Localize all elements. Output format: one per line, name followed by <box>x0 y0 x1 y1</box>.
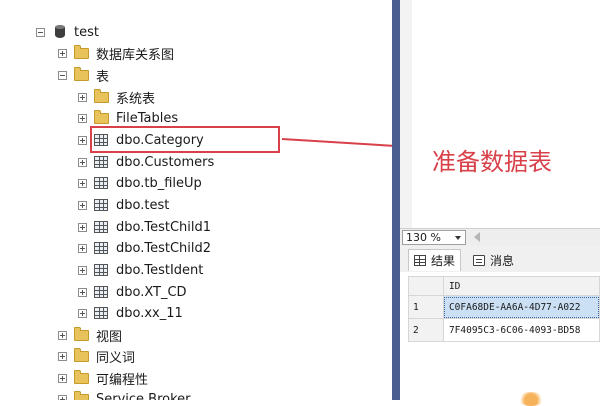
expand-icon[interactable] <box>58 330 67 340</box>
chevron-down-icon[interactable] <box>455 236 461 240</box>
tree-node-label: Service Broker <box>96 391 191 401</box>
tree-node-label: dbo.XT_CD <box>116 284 187 300</box>
table-row: 1 C0FA68DE-AA6A-4D77-A022 <box>408 295 600 319</box>
table-icon <box>94 263 110 277</box>
tree-node-service-broker[interactable]: Service Broker <box>58 389 191 400</box>
expand-icon[interactable] <box>58 351 67 361</box>
annotation-callout: 准备数据表 <box>432 148 552 176</box>
tree-node-label: dbo.tb_fileUp <box>116 175 202 191</box>
editor-gutter <box>400 0 412 228</box>
tree-node-label: 同义词 <box>96 350 136 366</box>
tree-node-table-test[interactable]: dbo.test <box>78 195 169 215</box>
loading-indicator <box>518 392 544 406</box>
tree-node-label: dbo.TestChild2 <box>116 240 212 256</box>
result-tabs: 结果 消息 <box>400 246 600 273</box>
table-icon <box>94 155 110 169</box>
tree-node-system-tables[interactable]: 系统表 <box>78 87 155 107</box>
results-grid: ID 1 C0FA68DE-AA6A-4D77-A022 2 7F4095C3-… <box>400 272 600 400</box>
object-explorer: test 数据库关系图 表 系统表 FileTables dbo.Categor… <box>0 0 392 400</box>
tab-results-label: 结果 <box>431 254 456 268</box>
collapse-icon[interactable] <box>36 27 45 37</box>
tree-node-label: dbo.test <box>116 197 170 213</box>
table-icon <box>94 176 110 190</box>
expand-icon[interactable] <box>58 394 67 400</box>
expand-icon[interactable] <box>78 287 87 297</box>
tree-node-label: dbo.Customers <box>116 154 215 170</box>
tree-node-label: dbo.xx_11 <box>116 305 183 321</box>
tab-results[interactable]: 结果 <box>408 249 462 271</box>
database-label: test <box>74 24 99 40</box>
expand-icon[interactable] <box>78 222 87 232</box>
tree-node-synonyms[interactable]: 同义词 <box>58 346 135 366</box>
expand-icon[interactable] <box>78 265 87 275</box>
row-number[interactable]: 1 <box>408 295 444 319</box>
tree-node-table-xt-cd[interactable]: dbo.XT_CD <box>78 282 187 302</box>
expand-icon[interactable] <box>78 200 87 210</box>
expand-icon[interactable] <box>78 113 87 123</box>
expand-icon[interactable] <box>78 135 87 145</box>
grid-icon <box>414 255 426 266</box>
tree-node-tables[interactable]: 表 <box>58 65 109 85</box>
tree-node-label: 数据库关系图 <box>96 47 175 63</box>
tree-node-diagrams[interactable]: 数据库关系图 <box>58 43 174 63</box>
folder-icon <box>74 370 90 385</box>
tree-node-table-testchild2[interactable]: dbo.TestChild2 <box>78 238 211 258</box>
pane-splitter[interactable] <box>392 0 400 400</box>
table-row: 2 7F4095C3-6C06-4093-BD58 <box>408 318 600 342</box>
tree-node-programmability[interactable]: 可编程性 <box>58 368 148 388</box>
tree-node-label: dbo.TestIdent <box>116 262 204 278</box>
tree-node-label: 视图 <box>96 329 123 345</box>
table-icon <box>94 241 110 255</box>
tab-messages[interactable]: 消息 <box>468 249 519 271</box>
folder-icon <box>74 67 90 82</box>
folder-icon <box>74 348 90 363</box>
zoom-select[interactable]: 130 % <box>402 230 466 245</box>
expand-icon[interactable] <box>78 243 87 253</box>
tree-node-table-testident[interactable]: dbo.TestIdent <box>78 260 203 280</box>
tree-node-label: dbo.TestChild1 <box>116 219 212 235</box>
expand-icon[interactable] <box>78 157 87 167</box>
expand-icon[interactable] <box>78 92 87 102</box>
expand-icon[interactable] <box>58 373 67 383</box>
table-icon <box>94 306 110 320</box>
expand-icon[interactable] <box>78 178 87 188</box>
scroll-left-icon[interactable] <box>474 232 480 242</box>
column-header-id[interactable]: ID <box>442 276 600 296</box>
folder-icon <box>74 327 90 342</box>
tree-node-views[interactable]: 视图 <box>58 325 122 345</box>
table-header-row: ID <box>408 276 600 296</box>
database-icon <box>52 25 68 39</box>
table-cell-id[interactable]: C0FA68DE-AA6A-4D77-A022 <box>442 295 600 319</box>
highlight-box <box>90 126 280 153</box>
folder-icon <box>74 391 90 400</box>
tree-node-label: 表 <box>96 69 110 85</box>
expand-icon[interactable] <box>78 308 87 318</box>
table-icon <box>94 220 110 234</box>
collapse-icon[interactable] <box>58 70 67 80</box>
tree-node-table-fileup[interactable]: dbo.tb_fileUp <box>78 173 202 193</box>
tree-node-label: 系统表 <box>116 91 156 107</box>
folder-icon <box>94 89 110 104</box>
expand-icon[interactable] <box>58 48 67 58</box>
tree-node-database[interactable]: test <box>36 22 99 42</box>
query-editor[interactable] <box>400 0 600 228</box>
table-cell-id[interactable]: 7F4095C3-6C06-4093-BD58 <box>442 318 600 342</box>
tree-node-filetables[interactable]: FileTables <box>78 108 178 128</box>
tree-node-table-customers[interactable]: dbo.Customers <box>78 152 214 172</box>
table-icon <box>94 198 110 212</box>
folder-icon <box>74 45 90 60</box>
tree-node-label: FileTables <box>116 110 179 126</box>
message-icon <box>473 254 485 266</box>
tab-messages-label: 消息 <box>490 253 515 268</box>
results-table: ID 1 C0FA68DE-AA6A-4D77-A022 2 7F4095C3-… <box>408 276 600 342</box>
tree-node-table-testchild1[interactable]: dbo.TestChild1 <box>78 217 211 237</box>
tree-node-table-xx-11[interactable]: dbo.xx_11 <box>78 303 183 323</box>
folder-icon <box>94 110 110 125</box>
zoom-bar: 130 % <box>400 228 600 247</box>
zoom-value: 130 % <box>406 231 441 244</box>
row-number[interactable]: 2 <box>408 318 444 342</box>
row-number-header[interactable] <box>408 276 444 296</box>
tree-node-label: 可编程性 <box>96 372 149 388</box>
table-icon <box>94 285 110 299</box>
